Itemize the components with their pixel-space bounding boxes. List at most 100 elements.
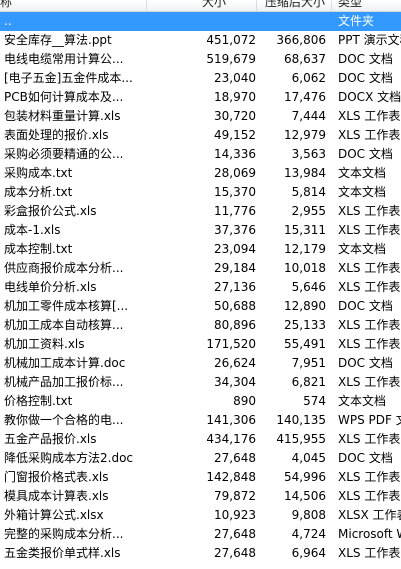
file-type: DOC 文档 xyxy=(338,147,393,161)
column-header-name[interactable]: 称 xyxy=(0,0,12,10)
compressed-size: 7,444 xyxy=(291,109,326,123)
file-type: XLS 工作表 xyxy=(338,432,401,446)
file-name: 包装材料重量计算.xls xyxy=(4,109,121,123)
file-row[interactable]: 表面处理的报价.xls 49,152 12,979 XLS 工作表 xyxy=(0,126,401,145)
file-row[interactable]: 电线单价分析.xls 27,136 5,646 XLS 工作表 xyxy=(0,278,401,297)
file-row[interactable]: 外箱计算公式.xlsx 10,923 9,808 XLSX 工作表 xyxy=(0,506,401,525)
file-type: XLS 工作表 xyxy=(338,337,401,351)
file-name: 教你做一个合格的电... xyxy=(4,413,124,427)
file-size: 890 xyxy=(233,394,256,408)
compressed-size: 366,806 xyxy=(276,33,326,47)
file-row[interactable]: 教你做一个合格的电... 141,306 140,135 WPS PDF 文档 xyxy=(0,411,401,430)
file-row[interactable]: 彩盒报价公式.xls 11,776 2,955 XLS 工作表 xyxy=(0,202,401,221)
file-size: 142,848 xyxy=(206,470,256,484)
file-name: 机加工资料.xls xyxy=(4,337,85,351)
file-row[interactable]: 机械加工成本计算.doc 26,624 7,951 DOC 文档 xyxy=(0,354,401,373)
file-list-view[interactable]: 称 大小 压缩后大小 类型 .. 文件夹安全库存__算法.ppt 451,072 36… xyxy=(0,0,401,569)
file-size: 23,094 xyxy=(214,242,256,256)
column-divider[interactable] xyxy=(146,0,147,11)
compressed-size: 68,637 xyxy=(284,52,326,66)
file-row[interactable]: 价格控制.txt 890 574 文本文档 xyxy=(0,392,401,411)
column-divider[interactable] xyxy=(256,0,257,11)
file-row[interactable]: 成本控制.txt 23,094 12,179 文本文档 xyxy=(0,240,401,259)
compressed-size: 140,135 xyxy=(276,413,326,427)
file-type: 文件夹 xyxy=(338,14,375,28)
column-header-type[interactable]: 类型 xyxy=(338,0,362,10)
file-row[interactable]: 降低采购成本方法2.doc 27,648 4,045 DOC 文档 xyxy=(0,449,401,468)
file-name: 外箱计算公式.xlsx xyxy=(4,508,104,522)
file-size: 34,304 xyxy=(214,375,256,389)
file-name: 成本分析.txt xyxy=(4,185,73,199)
compressed-size: 415,955 xyxy=(276,432,326,446)
file-name: 成本控制.txt xyxy=(4,242,73,256)
file-row[interactable]: 门窗报价格式表.xls 142,848 54,996 XLS 工作表 xyxy=(0,468,401,487)
file-size: 14,336 xyxy=(214,147,256,161)
file-rows: .. 文件夹安全库存__算法.ppt 451,072 366,806 PPT 演示文稿电… xyxy=(0,12,401,563)
file-name: [电子五金]五金件成本... xyxy=(4,71,133,85)
compressed-size: 12,979 xyxy=(284,128,326,142)
file-type: XLS 工作表 xyxy=(338,261,401,275)
file-name: 机械加工成本计算.doc xyxy=(4,356,126,370)
file-row[interactable]: 供应商报价成本分析... 29,184 10,018 XLS 工作表 xyxy=(0,259,401,278)
file-row[interactable]: 采购成本.txt 28,069 13,984 文本文档 xyxy=(0,164,401,183)
file-row[interactable]: 机加工资料.xls 171,520 55,491 XLS 工作表 xyxy=(0,335,401,354)
compressed-size: 5,646 xyxy=(291,280,326,294)
compressed-size: 2,955 xyxy=(291,204,326,218)
file-row[interactable]: 模具成本计算表.xls 79,872 14,506 XLS 工作表 xyxy=(0,487,401,506)
parent-folder-row[interactable]: .. 文件夹 xyxy=(0,12,401,31)
file-name: 安全库存__算法.ppt xyxy=(4,33,112,47)
compressed-size: 13,984 xyxy=(284,166,326,180)
compressed-size: 12,890 xyxy=(284,299,326,313)
file-type: PPT 演示文稿 xyxy=(338,33,401,47)
file-row[interactable]: 安全库存__算法.ppt 451,072 366,806 PPT 演示文稿 xyxy=(0,31,401,50)
file-size: 451,072 xyxy=(206,33,256,47)
compressed-size: 55,491 xyxy=(284,337,326,351)
file-row[interactable]: 成本分析.txt 15,370 5,814 文本文档 xyxy=(0,183,401,202)
column-header-compressed-size[interactable]: 压缩后大小 xyxy=(265,0,325,10)
file-type: 文本文档 xyxy=(338,394,387,408)
file-size: 30,720 xyxy=(214,109,256,123)
compressed-size: 3,563 xyxy=(291,147,326,161)
file-type: 文本文档 xyxy=(338,166,387,180)
file-row[interactable]: 完整的采购成本分析... 27,648 4,724 Microsoft W xyxy=(0,525,401,544)
file-type: XLS 工作表 xyxy=(338,318,401,332)
file-row[interactable]: 采购必须要精通的公... 14,336 3,563 DOC 文档 xyxy=(0,145,401,164)
file-size: 519,679 xyxy=(206,52,256,66)
file-row[interactable]: 机械产品加工报价标... 34,304 6,821 XLS 工作表 xyxy=(0,373,401,392)
file-name: 门窗报价格式表.xls xyxy=(4,470,109,484)
column-divider[interactable] xyxy=(331,0,332,11)
file-row[interactable]: PCB如何计算成本及... 18,970 17,476 DOCX 文档 xyxy=(0,88,401,107)
file-row[interactable]: 电线电缆常用计算公... 519,679 68,637 DOC 文档 xyxy=(0,50,401,69)
file-row[interactable]: 机加工成本自动核算... 80,896 25,133 XLS 工作表 xyxy=(0,316,401,335)
file-name: 采购必须要精通的公... xyxy=(4,147,124,161)
file-row[interactable]: [电子五金]五金件成本... 23,040 6,062 DOC 文档 xyxy=(0,69,401,88)
file-type: DOC 文档 xyxy=(338,356,393,370)
file-type: XLS 工作表 xyxy=(338,280,401,294)
file-size: 23,040 xyxy=(214,71,256,85)
file-type: XLS 工作表 xyxy=(338,109,401,123)
file-size: 10,923 xyxy=(214,508,256,522)
file-type: XLS 工作表 xyxy=(338,489,401,503)
file-size: 18,970 xyxy=(214,90,256,104)
file-row[interactable]: 五金类报价单式样.xls 27,648 6,964 XLS 工作表 xyxy=(0,544,401,563)
file-type: DOC 文档 xyxy=(338,299,393,313)
compressed-size: 9,808 xyxy=(291,508,326,522)
column-header-size[interactable]: 大小 xyxy=(202,0,226,10)
file-size: 79,872 xyxy=(214,489,256,503)
file-row[interactable]: 机加工零件成本核算[... 50,688 12,890 DOC 文档 xyxy=(0,297,401,316)
compressed-size: 7,951 xyxy=(291,356,326,370)
file-name: .. xyxy=(4,14,12,28)
file-type: DOC 文档 xyxy=(338,52,393,66)
file-row[interactable]: 五金产品报价.xls 434,176 415,955 XLS 工作表 xyxy=(0,430,401,449)
file-size: 141,306 xyxy=(206,413,256,427)
file-name: 完整的采购成本分析... xyxy=(4,527,124,541)
file-row[interactable]: 成本-1.xls 37,376 15,311 XLS 工作表 xyxy=(0,221,401,240)
file-name: 五金类报价单式样.xls xyxy=(4,546,121,560)
file-name: 价格控制.txt xyxy=(4,394,73,408)
compressed-size: 10,018 xyxy=(284,261,326,275)
file-name: 五金产品报价.xls xyxy=(4,432,97,446)
file-row[interactable]: 包装材料重量计算.xls 30,720 7,444 XLS 工作表 xyxy=(0,107,401,126)
compressed-size: 6,062 xyxy=(291,71,326,85)
file-size: 80,896 xyxy=(214,318,256,332)
compressed-size: 4,724 xyxy=(291,527,326,541)
